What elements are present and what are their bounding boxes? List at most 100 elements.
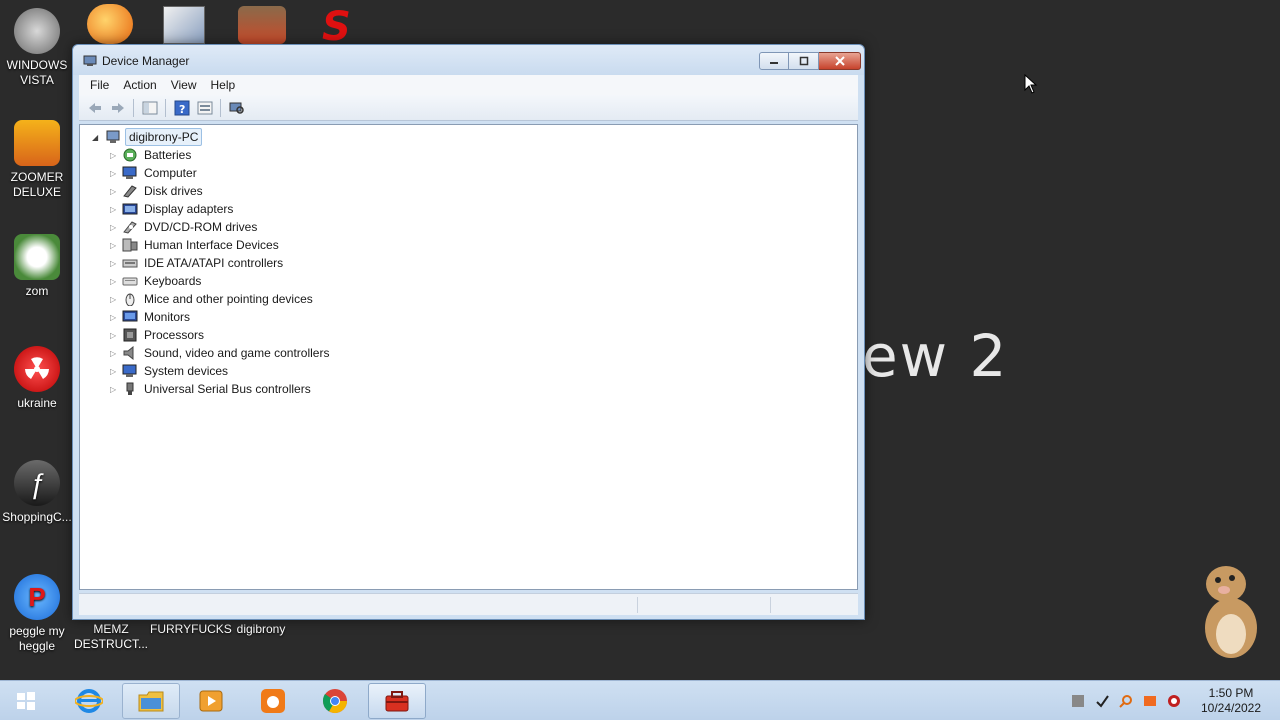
mouse-icon bbox=[122, 292, 138, 306]
expand-arrow-icon[interactable]: ▷ bbox=[110, 241, 122, 250]
desktop-icon-label: ShoppingC... bbox=[2, 510, 72, 524]
start-button[interactable] bbox=[0, 681, 52, 720]
close-button[interactable] bbox=[819, 52, 861, 70]
device-tree-pane[interactable]: ◢ digibrony-PC ▷ Batteries ▷ Computer ▷ Disk … bbox=[79, 124, 858, 590]
expand-arrow-icon[interactable]: ▷ bbox=[110, 313, 122, 322]
processor-icon bbox=[122, 328, 138, 342]
peggle-top-icon[interactable] bbox=[87, 4, 133, 44]
tree-item-label: Monitors bbox=[144, 310, 191, 324]
desktop-icon-memz[interactable]: MEMZ DESTRUCT... bbox=[74, 622, 148, 652]
peggle-icon: P bbox=[14, 574, 60, 620]
taskbar-internet-explorer[interactable] bbox=[60, 683, 118, 719]
show-hide-tree-button[interactable] bbox=[138, 98, 161, 118]
maximize-button[interactable] bbox=[789, 52, 819, 70]
expand-arrow-icon[interactable]: ▷ bbox=[110, 295, 122, 304]
tree-item-mice-and-other-pointing-devices[interactable]: ▷ Mice and other pointing devices bbox=[110, 290, 313, 308]
taskbar-file-explorer[interactable] bbox=[122, 683, 180, 719]
uc-browser-icon bbox=[261, 689, 285, 713]
computer-root-icon bbox=[106, 130, 120, 143]
toolbar-separator bbox=[220, 98, 221, 117]
tray-volume-icon[interactable] bbox=[1166, 693, 1182, 709]
expand-arrow-icon[interactable]: ▷ bbox=[110, 205, 122, 214]
properties-button[interactable] bbox=[193, 98, 216, 118]
tree-item-display-adapters[interactable]: ▷ Display adapters bbox=[110, 200, 233, 218]
tree-item-human-interface-devices[interactable]: ▷ Human Interface Devices bbox=[110, 236, 279, 254]
tray-flag-icon[interactable] bbox=[1142, 693, 1158, 709]
expand-arrow-icon[interactable]: ▷ bbox=[110, 169, 122, 178]
tree-item-universal-serial-bus-controllers[interactable]: ▷ Universal Serial Bus controllers bbox=[110, 380, 311, 398]
help-button[interactable]: ? bbox=[170, 98, 193, 118]
tray-search-icon[interactable] bbox=[1118, 693, 1134, 709]
desktop-icon-ukraine[interactable]: ukraine bbox=[0, 346, 74, 411]
desktop-icon-furryfucks[interactable]: FURRYFUCKS bbox=[150, 622, 232, 637]
svg-text:S: S bbox=[322, 4, 351, 44]
taskbar-media-player[interactable] bbox=[182, 683, 240, 719]
menu-bar: File Action View Help bbox=[79, 75, 858, 95]
ide-icon bbox=[122, 256, 138, 270]
desktop-icon-shoppingc[interactable]: ƒ ShoppingC... bbox=[0, 460, 74, 525]
desktop-icon-zoomer-deluxe[interactable]: ZOOMER DELUXE bbox=[0, 120, 74, 200]
document-top-icon[interactable] bbox=[163, 6, 205, 44]
tree-item-batteries[interactable]: ▷ Batteries bbox=[110, 146, 191, 164]
desktop-icon-zom[interactable]: zom bbox=[0, 234, 74, 299]
tree-item-computer[interactable]: ▷ Computer bbox=[110, 164, 197, 182]
desktop-icon-label: digibrony bbox=[236, 622, 286, 636]
menu-view[interactable]: View bbox=[164, 78, 204, 92]
expand-arrow-icon[interactable]: ▷ bbox=[110, 367, 122, 376]
tree-root-node[interactable]: ◢ digibrony-PC bbox=[92, 128, 203, 146]
taskbar-clock[interactable]: 1:50 PM 10/24/2022 bbox=[1196, 686, 1266, 716]
expand-arrow-icon[interactable]: ▷ bbox=[110, 151, 122, 160]
menu-file[interactable]: File bbox=[83, 78, 116, 92]
tree-item-system-devices[interactable]: ▷ System devices bbox=[110, 362, 228, 380]
radiation-icon bbox=[14, 346, 60, 392]
collapse-arrow-icon[interactable]: ◢ bbox=[92, 133, 106, 142]
tree-item-label: Batteries bbox=[144, 148, 192, 162]
hamster-sticker-icon bbox=[1196, 560, 1266, 665]
dvd-icon bbox=[122, 220, 138, 234]
monitor-icon bbox=[122, 310, 138, 324]
device-manager-window[interactable]: Device Manager File Action View Help ? ◢… bbox=[72, 44, 865, 620]
tree-item-sound-video-and-game-controllers[interactable]: ▷ Sound, video and game controllers bbox=[110, 344, 329, 362]
taskbar-uc-browser[interactable] bbox=[244, 683, 302, 719]
expand-arrow-icon[interactable]: ▷ bbox=[110, 277, 122, 286]
tree-item-processors[interactable]: ▷ Processors bbox=[110, 326, 204, 344]
menu-help[interactable]: Help bbox=[204, 78, 243, 92]
back-button[interactable] bbox=[83, 98, 106, 118]
angry-bird-top-icon[interactable] bbox=[238, 6, 286, 44]
clock-date: 10/24/2022 bbox=[1200, 701, 1262, 715]
tree-item-label: Sound, video and game controllers bbox=[144, 346, 330, 360]
tree-item-label: Display adapters bbox=[144, 202, 234, 216]
desktop-icon-digibrony[interactable]: digibrony bbox=[224, 622, 298, 637]
expand-arrow-icon[interactable]: ▷ bbox=[110, 349, 122, 358]
tray-check-icon[interactable] bbox=[1094, 693, 1110, 709]
expand-arrow-icon[interactable]: ▷ bbox=[110, 331, 122, 340]
battery-icon bbox=[122, 148, 138, 162]
forward-button[interactable] bbox=[106, 98, 129, 118]
tray-app-icon[interactable] bbox=[1070, 693, 1086, 709]
taskbar-device-manager[interactable] bbox=[368, 683, 426, 719]
scan-hardware-button[interactable] bbox=[225, 98, 248, 118]
tree-item-dvd-cd-rom-drives[interactable]: ▷ DVD/CD-ROM drives bbox=[110, 218, 257, 236]
expand-arrow-icon[interactable]: ▷ bbox=[110, 223, 122, 232]
chrome-icon bbox=[322, 689, 347, 714]
system-icon bbox=[122, 364, 138, 378]
desktop-icon-windows-vista[interactable]: WINDOWS VISTA bbox=[0, 8, 74, 88]
tree-item-label: Universal Serial Bus controllers bbox=[144, 382, 311, 396]
folder-icon bbox=[138, 691, 164, 712]
minimize-button[interactable] bbox=[759, 52, 789, 70]
expand-arrow-icon[interactable]: ▷ bbox=[110, 187, 122, 196]
tree-item-monitors[interactable]: ▷ Monitors bbox=[110, 308, 190, 326]
media-player-icon bbox=[199, 690, 223, 712]
clock-time: 1:50 PM bbox=[1208, 686, 1254, 700]
desktop-icon-peggle[interactable]: P peggle my heggle bbox=[0, 574, 74, 654]
tree-item-keyboards[interactable]: ▷ Keyboards bbox=[110, 272, 201, 290]
expand-arrow-icon[interactable]: ▷ bbox=[110, 385, 122, 394]
tree-item-disk-drives[interactable]: ▷ Disk drives bbox=[110, 182, 203, 200]
taskbar-chrome[interactable] bbox=[306, 683, 364, 719]
title-bar[interactable]: Device Manager bbox=[73, 45, 864, 75]
menu-action[interactable]: Action bbox=[116, 78, 163, 92]
s-logo-top-icon[interactable]: S bbox=[316, 4, 360, 50]
windows-logo-icon bbox=[17, 692, 35, 710]
expand-arrow-icon[interactable]: ▷ bbox=[110, 259, 122, 268]
tree-item-ide-ata-atapi-controllers[interactable]: ▷ IDE ATA/ATAPI controllers bbox=[110, 254, 283, 272]
